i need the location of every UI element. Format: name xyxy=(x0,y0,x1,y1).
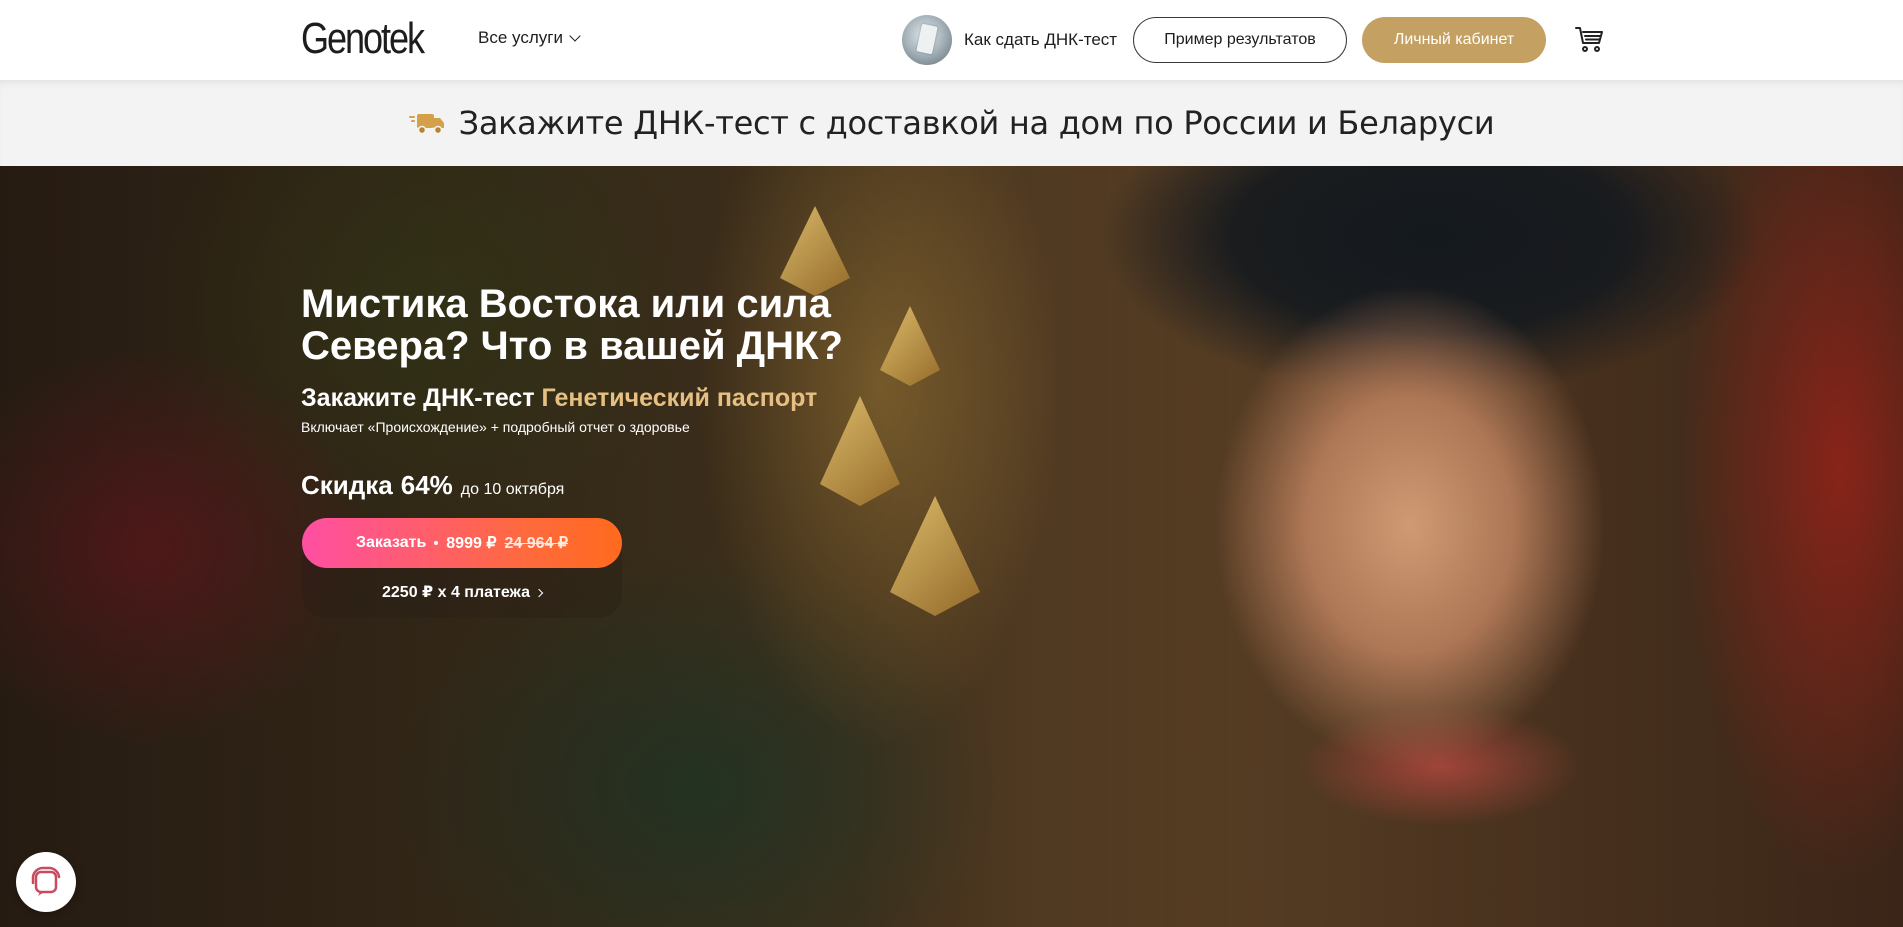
hero-description: Включает «Происхождение» + подробный отч… xyxy=(301,419,690,435)
sample-results-button[interactable]: Пример результатов xyxy=(1133,17,1347,63)
delivery-banner[interactable]: Закажите ДНК-тест с доставкой на дом по … xyxy=(0,80,1903,166)
how-to-test-label: Как сдать ДНК-тест xyxy=(964,30,1118,49)
discount-until: до 10 октября xyxy=(460,481,565,498)
test-kit-thumbnail xyxy=(902,15,952,65)
discount-label: Скидка xyxy=(301,470,393,500)
chevron-right-icon xyxy=(534,588,544,598)
chat-support-icon xyxy=(31,866,61,896)
chevron-down-icon xyxy=(569,30,581,42)
all-services-dropdown[interactable]: Все услуги xyxy=(478,28,581,48)
personal-account-button[interactable]: Личный кабинет xyxy=(1362,17,1546,63)
hero-title: Мистика Востока или сила Севера? Что в в… xyxy=(301,282,843,368)
discount-value: 64% xyxy=(400,470,453,500)
installments-label: 2250 ₽ x 4 платежа xyxy=(382,584,530,601)
separator-dot xyxy=(434,541,439,545)
discount-info: Скидка 64% до 10 октября xyxy=(301,470,564,501)
current-price: 8999 ₽ xyxy=(446,535,497,552)
order-button[interactable]: Заказать 8999 ₽ 24 964 ₽ xyxy=(302,518,622,568)
hero-subtitle-prefix: Закажите ДНК-тест xyxy=(301,384,535,412)
cart-icon[interactable] xyxy=(1574,24,1604,54)
hero-subtitle: Закажите ДНК-тест Генетический паспорт xyxy=(301,384,817,413)
hero-section xyxy=(0,166,1903,927)
logo[interactable]: Genotek xyxy=(301,14,425,64)
old-price: 24 964 ₽ xyxy=(504,535,569,552)
support-chat-button[interactable] xyxy=(16,852,76,912)
installments-link[interactable]: 2250 ₽ x 4 платежа xyxy=(302,582,622,602)
delivery-banner-text: Закажите ДНК-тест с доставкой на дом по … xyxy=(458,104,1495,142)
all-services-label: Все услуги xyxy=(478,28,563,47)
site-header: Genotek Все услуги Как сдать ДНК-тест Пр… xyxy=(0,0,1903,80)
truck-icon xyxy=(408,114,444,135)
order-label: Заказать xyxy=(355,534,427,551)
how-to-test-link[interactable]: Как сдать ДНК-тест xyxy=(902,15,1117,65)
product-name: Генетический паспорт xyxy=(541,384,818,412)
